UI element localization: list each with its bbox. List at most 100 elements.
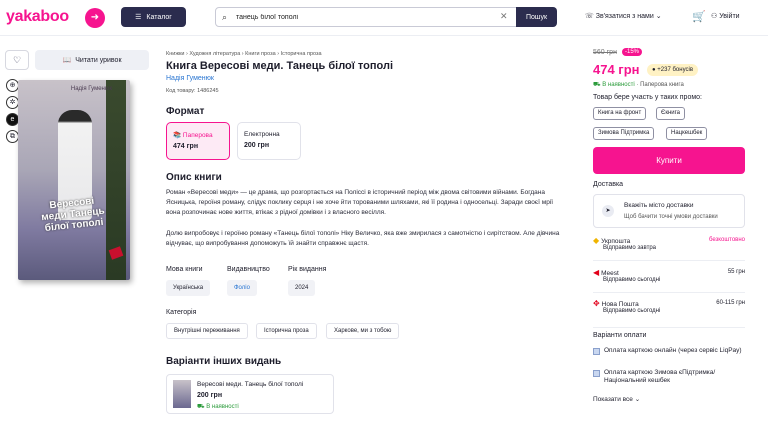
carrier-when: Відправимо сьогодні [603, 308, 661, 314]
meta-value-language[interactable]: Українська [166, 280, 211, 296]
carrier-row: ◆ Укрпошта безкоштовно Відправимо завтра [593, 236, 745, 251]
divider [593, 327, 745, 328]
format-label: Паперова [182, 132, 213, 139]
chevron-down-icon: ⌄ [655, 13, 662, 20]
variant-thumbnail [173, 380, 191, 408]
favorite-button[interactable]: ♡ [5, 50, 29, 70]
ukrposhta-icon: ◆ [593, 236, 600, 245]
promo-tag[interactable]: Зимова Підтримка [593, 127, 655, 140]
format-paper[interactable]: 📚 Паперова 474 грн [166, 122, 230, 160]
location-pin-icon: ➤ [602, 205, 614, 217]
breadcrumb-item[interactable]: Книги проза [245, 51, 276, 57]
site-header: yakaboo ➜ ☰ Каталог ⌕ ✕ Пошук ☏ Зв'язати… [0, 0, 768, 36]
carrier-name: Укрпошта [601, 238, 631, 245]
promo-tag[interactable]: Книга на фронт [593, 107, 647, 120]
variant-title: Вересові меди. Танець білої тополі [197, 381, 304, 388]
breadcrumb-item[interactable]: Історична проза [281, 51, 322, 57]
delivery-box-sub: Щоб бачити точні умови доставки [624, 214, 718, 220]
discount-badge: -15% [622, 48, 643, 56]
availability-label: В наявності [206, 404, 239, 410]
catalog-label: Каталог [146, 13, 172, 21]
login-label: Увійти [719, 13, 740, 20]
delivery-heading: Доставка [593, 181, 624, 188]
buy-button[interactable]: Купити [593, 147, 745, 174]
bonus-badge: ● +237 бонусів [647, 64, 699, 76]
read-excerpt-button[interactable]: 📖 Читати уривок [35, 50, 149, 70]
book-icon: 📚 [173, 132, 182, 139]
payment-label: Оплата карткою онлайн (через сервіс LiqP… [604, 347, 742, 354]
book-icon: 📖 [62, 57, 72, 64]
login-button[interactable]: ⚇ Увійти [711, 12, 740, 20]
divider [593, 260, 745, 261]
carrier-when: Відправимо завтра [603, 245, 656, 251]
carrier-name: Meest [601, 270, 619, 277]
category-chip[interactable]: Внутрішні переживання [166, 323, 248, 339]
book-cover[interactable]: Надія Гуменюк Вересові меди Танець білої… [18, 80, 130, 280]
catalog-button[interactable]: ☰ Каталог [121, 7, 186, 27]
payment-heading: Варіанти оплати [593, 332, 647, 339]
breadcrumb-item[interactable]: Художня література [189, 51, 240, 57]
search-icon: ⌕ [222, 12, 228, 22]
category-chip[interactable]: Харкове, ми з тобою [326, 323, 400, 339]
cover-title: Вересові меди Танець білої тополі [40, 195, 106, 234]
meta-value-year[interactable]: 2024 [288, 280, 316, 296]
stock-status: ⛟ В наявності · Паперова книга [593, 81, 684, 89]
carrier-price: 60-115 грн [716, 300, 745, 306]
promo-tag[interactable]: Єкнига [656, 107, 685, 120]
heart-icon: ♡ [12, 55, 22, 65]
promo-tag[interactable]: Нацкешбек [666, 127, 708, 140]
format-label: Електронна [244, 131, 280, 138]
old-price: 560 грн [593, 49, 617, 56]
card-icon [593, 348, 600, 355]
user-icon: ⚇ [711, 13, 718, 20]
breadcrumb-item[interactable]: Книжки [166, 51, 184, 57]
delivery-city-selector[interactable]: ➤ Вкажіть місто доставки Щоб бачити точн… [593, 194, 745, 228]
meta-label-language: Мова книги [166, 266, 203, 273]
search-bar: ⌕ ✕ Пошук [215, 7, 557, 27]
search-input[interactable] [236, 10, 506, 25]
show-all-link[interactable]: Показати все ⌄ [593, 395, 640, 403]
format-ebook[interactable]: Електронна 200 грн [237, 122, 301, 160]
format-price: 200 грн [244, 142, 270, 149]
divider [593, 292, 745, 293]
read-excerpt-label: Читати уривок [75, 56, 122, 64]
meest-icon: ◀ [593, 268, 600, 277]
clear-icon[interactable]: ✕ [500, 11, 508, 22]
carrier-when: Відправимо сьогодні [603, 277, 661, 283]
payment-label: Оплата карткою Зимова єПідтримка/ Націон… [604, 369, 716, 384]
meta-label-year: Рік видання [288, 266, 327, 273]
carrier-row: ◀ Meest 55 грн Відправимо сьогодні [593, 268, 745, 283]
truck-icon: ⛟ [197, 404, 205, 410]
logo-badge-icon[interactable]: ➜ [85, 8, 105, 28]
search-button[interactable]: Пошук [516, 7, 557, 27]
coin-icon: ● [652, 67, 656, 73]
variant-price: 200 грн [197, 392, 223, 399]
meta-value-publisher[interactable]: Фоліо [227, 280, 257, 296]
price: 474 грн [593, 62, 640, 77]
payment-option: Оплата карткою онлайн (через сервіс LiqP… [593, 347, 745, 355]
breadcrumb: Книжки › Художня література › Книги проз… [166, 51, 322, 57]
cover-author: Надія Гуменюк [70, 86, 112, 92]
stock-type: · Паперова книга [636, 82, 684, 88]
contact-menu[interactable]: ☏ Зв'язатися з нами ⌄ [585, 12, 662, 20]
description-paragraph-2: Долю випробовує і героїню роману «Танець… [166, 230, 560, 247]
promo-heading: Товар бере участь у таких промо: [593, 94, 702, 101]
author-link[interactable]: Надія Гуменюк [166, 75, 214, 82]
description-paragraph-1: Роман «Вересові меди» — це драма, що роз… [166, 189, 554, 216]
stock-label: В наявності [602, 82, 635, 88]
format-heading: Формат [166, 106, 205, 117]
delivery-box-title: Вкажіть місто доставки [624, 202, 694, 209]
carrier-price: безкоштовно [708, 237, 745, 243]
variant-card[interactable]: Вересові меди. Танець білої тополі 200 г… [166, 374, 334, 414]
carrier-price: 55 грн [727, 269, 745, 275]
logo[interactable]: yakaboo [6, 8, 69, 26]
chevron-down-icon: ⌄ [634, 396, 641, 403]
cart-icon[interactable]: 🛒 [692, 10, 706, 23]
product-title: Книга Вересові меди. Танець білої тополі [166, 60, 394, 72]
card-icon [593, 370, 600, 377]
show-all-label: Показати все [593, 396, 633, 403]
carrier-row: ✥ Нова Пошта 60-115 грн Відправимо сього… [593, 299, 745, 314]
category-chip[interactable]: Історична проза [256, 323, 317, 339]
contact-label: Зв'язатися з нами [595, 13, 654, 20]
payment-option: Оплата карткою Зимова єПідтримка/ Націон… [593, 369, 745, 385]
